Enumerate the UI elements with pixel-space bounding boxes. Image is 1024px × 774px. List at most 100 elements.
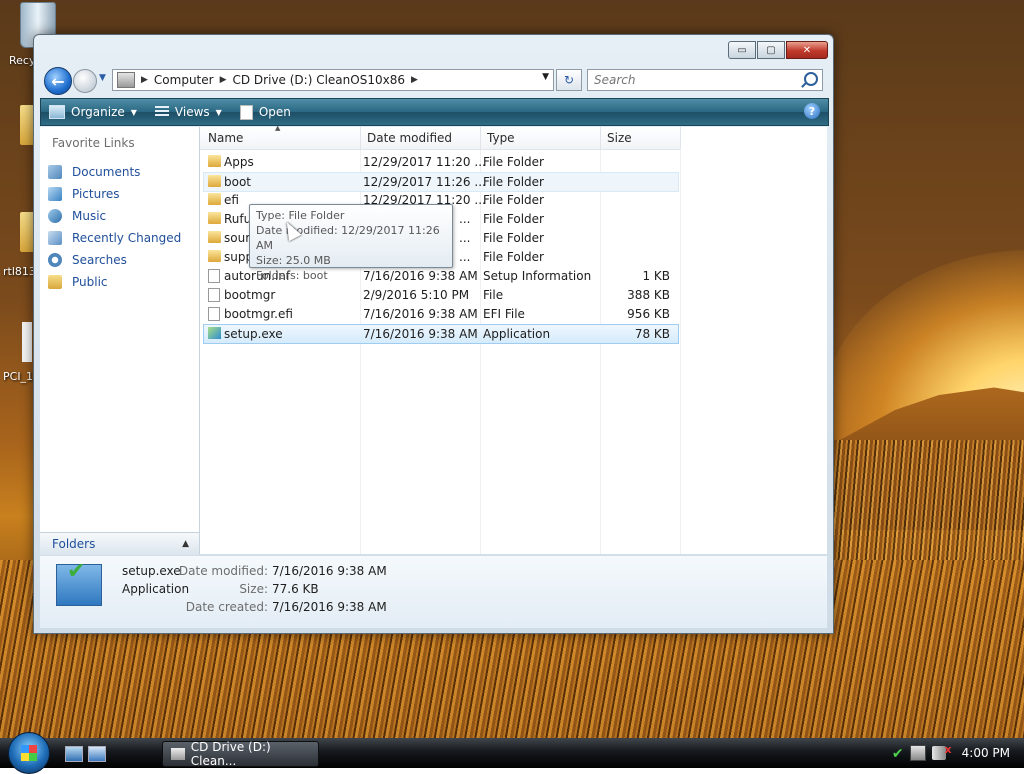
- details-pane: ✔ setup.exe Application Date modified: 7…: [40, 556, 827, 628]
- nav-item-label: Public: [72, 275, 108, 289]
- refresh-icon: ↻: [563, 73, 575, 87]
- nav-item-recently-changed[interactable]: Recently Changed: [48, 227, 181, 249]
- clock[interactable]: 4:00 PM: [962, 746, 1010, 760]
- search-input[interactable]: [592, 72, 796, 88]
- show-desktop-icon[interactable]: [65, 746, 83, 762]
- help-icon[interactable]: ?: [804, 103, 820, 119]
- column-header-size[interactable]: Size: [607, 131, 632, 145]
- column-divider[interactable]: [600, 127, 601, 149]
- open-button[interactable]: Open: [232, 99, 301, 125]
- maximize-button[interactable]: ▢: [757, 41, 785, 59]
- nav-item-music[interactable]: Music: [48, 205, 181, 227]
- file-date: ...: [459, 231, 471, 245]
- application-icon: ✔: [56, 559, 102, 606]
- column-header-date[interactable]: Date modified: [367, 131, 452, 145]
- file-row[interactable]: bootmgr 2/9/2016 5:10 PM File 388 KB: [204, 286, 678, 304]
- desktop-icon-label[interactable]: rtl813: [3, 265, 36, 278]
- folder-icon: [208, 175, 221, 187]
- organize-menu[interactable]: Organize ▼: [41, 99, 147, 125]
- folders-label: Folders: [52, 537, 96, 551]
- taskbar-button-explorer[interactable]: CD Drive (D:) Clean...: [162, 740, 319, 768]
- organize-label: Organize: [71, 105, 125, 119]
- nav-item-label: Searches: [72, 253, 127, 267]
- file-date: 2/9/2016 5:10 PM: [363, 288, 470, 302]
- chevron-down-icon: ▼: [130, 107, 137, 117]
- breadcrumb-separator[interactable]: ▶: [411, 75, 418, 85]
- column-guide: [680, 127, 681, 554]
- file-date: 7/16/2016 9:38 AM: [363, 327, 478, 341]
- file-date: ...: [459, 250, 471, 264]
- folder-tooltip: Type: File Folder Date modified: 12/29/2…: [249, 204, 453, 282]
- sort-ascending-icon: ▲: [275, 124, 281, 132]
- nav-item-label: Documents: [72, 165, 141, 179]
- breadcrumb-computer[interactable]: Computer: [154, 73, 214, 87]
- refresh-button[interactable]: ↻: [556, 69, 582, 91]
- file-row[interactable]: Apps 12/29/2017 11:20 ... File Folder: [204, 153, 678, 171]
- security-check-icon[interactable]: ✔: [892, 746, 904, 762]
- nav-item-public[interactable]: Public: [48, 271, 181, 293]
- address-dropdown-arrow[interactable]: ▼: [542, 72, 549, 82]
- switch-windows-icon[interactable]: [88, 746, 106, 762]
- column-divider[interactable]: [480, 127, 481, 149]
- folder-icon: [208, 193, 221, 205]
- file-date: 12/29/2017 11:20 ...: [363, 155, 486, 169]
- folders-toggle[interactable]: Folders ▲: [40, 532, 199, 555]
- breadcrumb-separator[interactable]: ▶: [220, 75, 227, 85]
- file-type: EFI File: [483, 307, 525, 321]
- file-type: File Folder: [483, 250, 544, 264]
- breadcrumb-separator[interactable]: ▶: [141, 75, 148, 85]
- nav-item-documents[interactable]: Documents: [48, 161, 181, 183]
- column-header-type[interactable]: Type: [487, 131, 515, 145]
- search-icon[interactable]: [804, 72, 818, 86]
- close-button[interactable]: ✕: [786, 41, 828, 59]
- folder-icon: [48, 275, 62, 289]
- file-name: Rufu: [224, 212, 252, 226]
- search-box[interactable]: [587, 69, 823, 91]
- recent-pages-dropdown[interactable]: ▼: [99, 73, 106, 83]
- chevron-down-icon: ▼: [215, 107, 222, 117]
- desktop-folder-icon[interactable]: [20, 105, 34, 145]
- desktop-file-icon[interactable]: [22, 322, 32, 362]
- system-tray: ✔ 4:00 PM: [892, 738, 1024, 768]
- inf-file-icon: [208, 269, 220, 283]
- file-icon: [208, 307, 220, 321]
- organize-icon: [49, 105, 65, 119]
- document-icon: [239, 104, 253, 120]
- file-type: Application: [483, 327, 551, 341]
- nav-item-pictures[interactable]: Pictures: [48, 183, 181, 205]
- file-name: setup.exe: [224, 327, 283, 341]
- column-header-name[interactable]: Name: [208, 131, 243, 145]
- breadcrumb-cd-drive[interactable]: CD Drive (D:) CleanOS10x86: [233, 73, 405, 87]
- details-created-label: Date created:: [185, 600, 268, 614]
- network-icon[interactable]: [909, 745, 926, 761]
- desktop-folder-icon[interactable]: [20, 212, 34, 252]
- file-row-selected[interactable]: setup.exe 7/16/2016 9:38 AM Application …: [203, 324, 679, 344]
- folder-icon: [208, 250, 221, 262]
- minimize-button[interactable]: ▭: [728, 41, 756, 59]
- address-bar[interactable]: ▶ Computer ▶ CD Drive (D:) CleanOS10x86 …: [112, 69, 554, 91]
- nav-item-searches[interactable]: Searches: [48, 249, 181, 271]
- column-divider[interactable]: [680, 127, 681, 149]
- back-button[interactable]: ←: [44, 67, 72, 95]
- file-row[interactable]: boot 12/29/2017 11:26 ... File Folder: [203, 172, 679, 192]
- folder-icon: [208, 231, 221, 243]
- views-menu[interactable]: Views ▼: [147, 99, 232, 125]
- details-modified-value: 7/16/2016 9:38 AM: [272, 564, 387, 578]
- details-created-value: 7/16/2016 9:38 AM: [272, 600, 387, 614]
- details-modified-label: Date modified:: [178, 564, 268, 578]
- file-row[interactable]: bootmgr.efi 7/16/2016 9:38 AM EFI File 9…: [204, 305, 678, 323]
- volume-muted-icon[interactable]: [931, 743, 952, 760]
- folder-icon: [208, 155, 221, 167]
- folder-icon: [208, 212, 221, 224]
- address-row: ← ▼ ▶ Computer ▶ CD Drive (D:) CleanOS10…: [40, 66, 827, 95]
- file-name: Apps: [224, 155, 254, 169]
- column-header-row: Name ▲ Date modified Type Size: [200, 124, 681, 150]
- file-type: File: [483, 288, 504, 302]
- file-size: 1 KB: [642, 269, 670, 283]
- column-divider[interactable]: [360, 127, 361, 149]
- tooltip-size: Size: 25.0 MB: [256, 254, 331, 267]
- explorer-window: ▭ ▢ ✕ ← ▼ ▶ Computer ▶ CD Drive (D:) Cle…: [33, 34, 834, 634]
- documents-icon: [48, 165, 62, 179]
- forward-button[interactable]: [73, 69, 97, 93]
- navigation-pane: Favorite Links Documents Pictures Music …: [40, 127, 200, 554]
